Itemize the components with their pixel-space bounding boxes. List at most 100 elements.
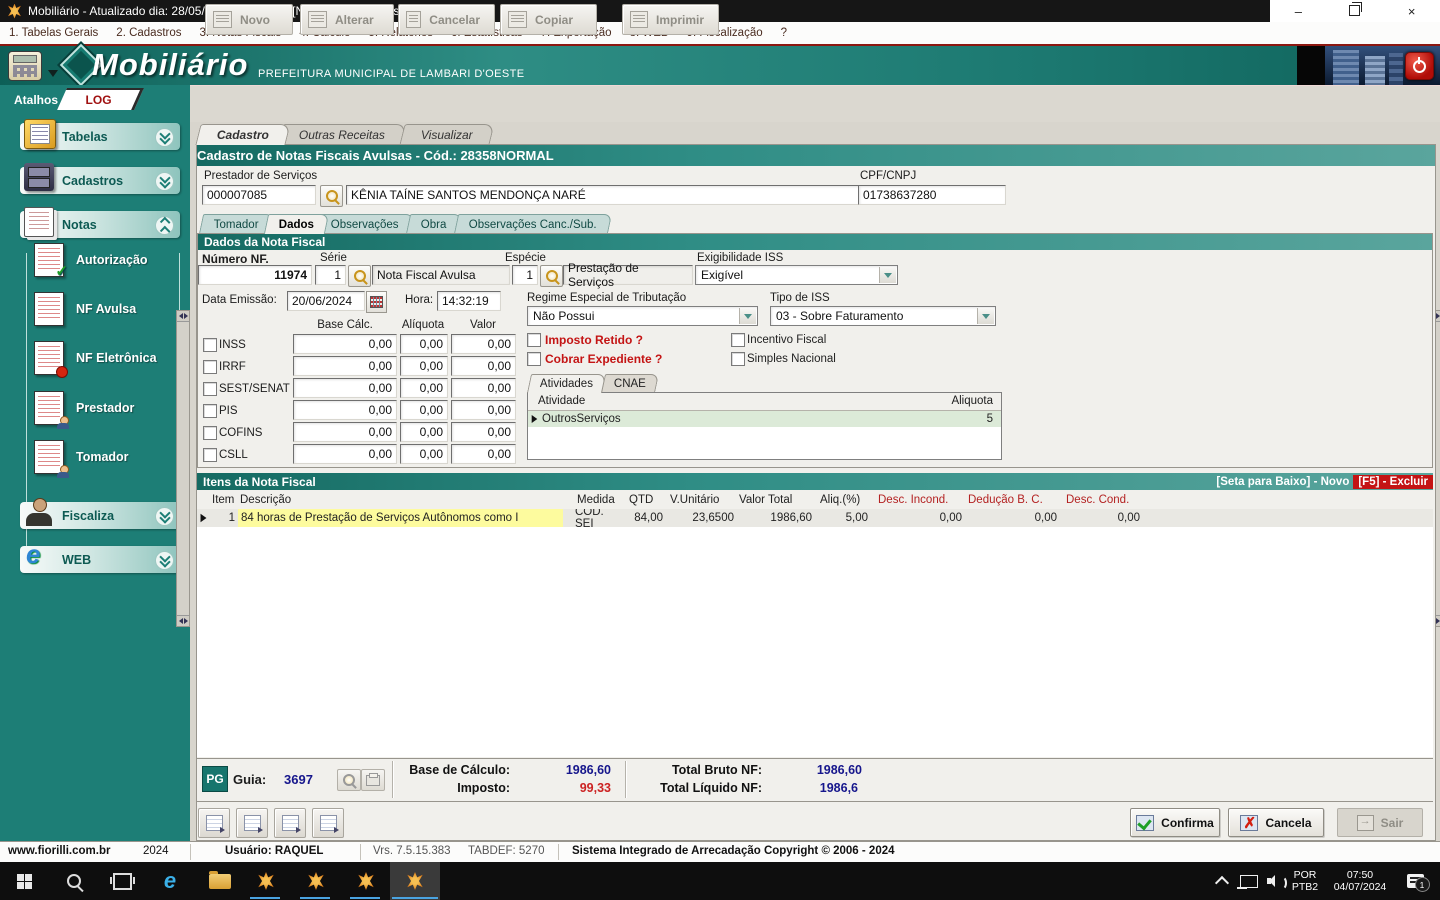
tray-volume-button[interactable]	[1262, 862, 1288, 900]
task-view-button[interactable]	[104, 862, 140, 900]
tray-network-button[interactable]	[1236, 862, 1262, 900]
regime-select[interactable]: Não Possui	[527, 306, 758, 326]
cpf-input[interactable]: 01738637280	[858, 185, 1006, 205]
cancela-button[interactable]: ✗ Cancela	[1228, 808, 1324, 837]
sidebar-item-nf-avulsa[interactable]: NF Avulsa	[34, 292, 136, 326]
grid-report-button[interactable]	[312, 808, 344, 838]
grid-nav-add-button[interactable]	[236, 808, 268, 838]
notification-center-button[interactable]: 1	[1400, 862, 1430, 900]
irrf-base-input[interactable]: 0,00	[293, 356, 397, 376]
cofins-valor-input[interactable]: 0,00	[451, 422, 516, 442]
csll-valor-input[interactable]: 0,00	[451, 444, 516, 464]
csll-checkbox[interactable]	[203, 448, 217, 462]
cofins-aliq-input[interactable]: 0,00	[400, 422, 448, 442]
sidebar-group-tabelas[interactable]: Tabelas	[20, 123, 180, 150]
pis-base-input[interactable]: 0,00	[293, 400, 397, 420]
tipo-iss-select[interactable]: 03 - Sobre Faturamento	[770, 306, 996, 326]
tab-atividades[interactable]: Atividades	[527, 374, 606, 393]
tab-observacoes[interactable]: Observações	[316, 214, 414, 234]
tab-dados[interactable]: Dados	[264, 214, 329, 234]
taskbar-ie-button[interactable]: e	[152, 862, 188, 900]
pis-aliq-input[interactable]: 0,00	[400, 400, 448, 420]
tab-cnae[interactable]: CNAE	[601, 374, 659, 393]
inss-checkbox[interactable]	[203, 338, 217, 352]
sest-checkbox[interactable]	[203, 382, 217, 396]
menu-cadastros[interactable]: 2. Cadastros	[107, 27, 190, 39]
irrf-valor-input[interactable]: 0,00	[451, 356, 516, 376]
minimize-button[interactable]: –	[1283, 4, 1313, 19]
prestador-name-input[interactable]: KÊNIA TAÍNE SANTOS MENDONÇA NARÉ	[346, 185, 878, 205]
tab-observacoes-canc-sub[interactable]: Observações Canc./Sub.	[454, 214, 612, 234]
simples-nacional-checkbox[interactable]	[731, 352, 745, 366]
taskbar-search-button[interactable]	[56, 862, 92, 900]
irrf-aliq-input[interactable]: 0,00	[400, 356, 448, 376]
left-splitter[interactable]	[176, 310, 190, 627]
chevron-up-icon[interactable]	[155, 216, 174, 235]
sest-aliq-input[interactable]: 0,00	[400, 378, 448, 398]
imprimir-button[interactable]: Imprimir	[622, 4, 719, 35]
cobrar-expediente-checkbox[interactable]	[527, 352, 541, 366]
chevron-down-icon[interactable]	[155, 128, 174, 147]
sidebar-item-prestador[interactable]: Prestador	[34, 391, 134, 425]
pis-valor-input[interactable]: 0,00	[451, 400, 516, 420]
serie-input[interactable]: 1	[315, 265, 346, 285]
taskbar-explorer-button[interactable]	[200, 862, 240, 900]
taskbar-app4-active[interactable]	[390, 862, 440, 900]
cofins-base-input[interactable]: 0,00	[293, 422, 397, 442]
tray-language-button[interactable]: PORPTB2	[1288, 862, 1322, 900]
sidebar-group-web[interactable]: e WEB	[20, 546, 180, 573]
atividade-row[interactable]: OutrosServiços 5	[528, 411, 1001, 427]
taskbar-app1-button[interactable]	[248, 862, 284, 900]
cancelar-button[interactable]: Cancelar	[398, 4, 495, 35]
chevron-down-icon[interactable]	[155, 551, 174, 570]
csll-base-input[interactable]: 0,00	[293, 444, 397, 464]
tab-cadastro[interactable]: Cadastro	[195, 124, 290, 145]
prestador-search-button[interactable]	[320, 185, 343, 207]
novo-button[interactable]: Novo	[205, 4, 293, 35]
especie-search-button[interactable]	[540, 265, 563, 287]
start-button[interactable]	[6, 862, 42, 900]
inss-valor-input[interactable]: 0,00	[451, 334, 516, 354]
sidebar-group-cadastros[interactable]: Cadastros	[20, 167, 180, 194]
copiar-button[interactable]: Copiar	[500, 4, 597, 35]
sidebar-group-fiscaliza[interactable]: Fiscaliza	[20, 502, 180, 529]
sidebar-group-notas[interactable]: Notas	[20, 211, 180, 238]
tray-expand-button[interactable]	[1210, 862, 1234, 900]
chevron-down-icon[interactable]	[155, 172, 174, 191]
chevron-down-icon[interactable]	[155, 507, 174, 526]
sair-button[interactable]: Sair	[1337, 808, 1423, 837]
sidebar-item-nf-eletronica[interactable]: NF Eletrônica	[34, 341, 157, 375]
prestador-code-input[interactable]: 000007085	[202, 185, 316, 205]
especie-input[interactable]: 1	[512, 265, 538, 285]
numero-nf-input[interactable]: 11974	[198, 265, 312, 285]
sidebar-item-tomador[interactable]: Tomador	[34, 440, 129, 474]
pis-checkbox[interactable]	[203, 404, 217, 418]
cofins-checkbox[interactable]	[203, 426, 217, 440]
sest-valor-input[interactable]: 0,00	[451, 378, 516, 398]
sidebar-item-autorizacao[interactable]: ✓ Autorização	[34, 243, 148, 277]
tab-tomador[interactable]: Tomador	[199, 214, 274, 234]
menu-tabelas-gerais[interactable]: 1. Tabelas Gerais	[0, 27, 107, 39]
imposto-retido-checkbox[interactable]	[527, 333, 541, 347]
tray-clock-button[interactable]: 07:5004/07/2024	[1322, 862, 1398, 900]
serie-search-button[interactable]	[348, 265, 371, 287]
taskbar-app3-button[interactable]	[348, 862, 384, 900]
csll-aliq-input[interactable]: 0,00	[400, 444, 448, 464]
sidebar-log-tab[interactable]: LOG	[57, 88, 144, 110]
tab-outras-receitas[interactable]: Outras Receitas	[277, 124, 406, 145]
hora-input[interactable]: 14:32:19	[437, 291, 501, 311]
guia-search-button[interactable]	[337, 769, 361, 791]
calendar-button[interactable]	[366, 291, 387, 313]
exigibilidade-select[interactable]: Exigível	[695, 265, 898, 285]
restore-button[interactable]	[1340, 4, 1370, 19]
confirma-button[interactable]: Confirma	[1130, 808, 1220, 837]
taskbar-app2-button[interactable]	[298, 862, 334, 900]
data-emissao-input[interactable]: 20/06/2024	[287, 291, 365, 311]
irrf-checkbox[interactable]	[203, 360, 217, 374]
sidebar-atalhos-label[interactable]: Atalhos	[14, 93, 58, 107]
power-button[interactable]	[1405, 52, 1434, 80]
alterar-button[interactable]: Alterar	[300, 4, 394, 35]
grid-nav-first-button[interactable]	[198, 808, 230, 838]
menu-help[interactable]: ?	[772, 27, 796, 39]
inss-base-input[interactable]: 0,00	[293, 334, 397, 354]
